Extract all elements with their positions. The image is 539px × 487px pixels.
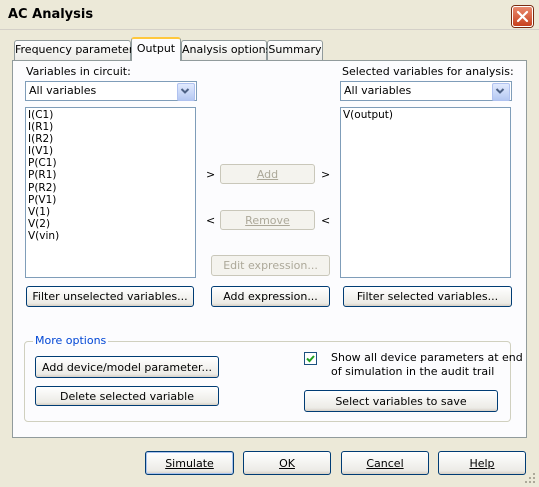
- list-item[interactable]: P(R2): [28, 182, 193, 194]
- tab-label: Frequency parameters: [15, 43, 140, 56]
- tab-label: Analysis options: [182, 43, 272, 56]
- add-arrow-left-indicator: >: [206, 168, 216, 181]
- checkmark-icon: [306, 355, 315, 363]
- variables-in-circuit-label: Variables in circuit:: [26, 65, 131, 78]
- selected-variables-list[interactable]: V(output): [340, 107, 511, 278]
- list-item[interactable]: I(R2): [28, 133, 193, 145]
- more-options-legend: More options: [33, 334, 109, 347]
- list-item[interactable]: V(output): [343, 109, 508, 121]
- left-filter-value: All variables: [29, 84, 97, 97]
- left-filter-combo[interactable]: All variables: [25, 81, 197, 101]
- filter-selected-variables-button[interactable]: Filter selected variables...: [343, 286, 512, 307]
- tab-analysis-options[interactable]: Analysis options: [181, 40, 271, 60]
- show-all-label-line1: Show all device parameters at end: [331, 351, 523, 364]
- edit-expression-button[interactable]: Edit expression...: [211, 255, 330, 276]
- list-item[interactable]: P(C1): [28, 157, 193, 169]
- add-button-label: Add: [256, 167, 279, 181]
- filter-unselected-variables-button[interactable]: Filter unselected variables...: [26, 286, 194, 307]
- show-all-device-params-label: Show all device parameters at end of sim…: [331, 351, 523, 379]
- selected-variables-label: Selected variables for analysis:: [342, 65, 514, 78]
- close-button[interactable]: [512, 6, 533, 27]
- right-filter-combo[interactable]: All variables: [340, 81, 512, 101]
- ok-label: OK: [279, 456, 295, 470]
- variables-in-circuit-list[interactable]: I(C1) I(R1) I(R2) I(V1) P(C1) P(R1) P(R2…: [25, 107, 196, 278]
- ok-button[interactable]: OK: [243, 451, 331, 475]
- list-item[interactable]: V(1): [28, 206, 193, 218]
- list-item[interactable]: I(C1): [28, 109, 193, 121]
- chevron-down-icon: [180, 88, 190, 94]
- chevron-down-icon: [495, 88, 505, 94]
- simulate-label: Simulate: [165, 456, 214, 470]
- left-filter-dropdown-button[interactable]: [177, 83, 195, 101]
- tab-frequency-parameters[interactable]: Frequency parameters: [14, 40, 139, 60]
- select-variables-to-save-button[interactable]: Select variables to save: [304, 390, 498, 412]
- remove-arrow-right-indicator: <: [321, 214, 331, 227]
- cancel-button[interactable]: Cancel: [341, 451, 429, 475]
- simulate-button[interactable]: Simulate: [145, 451, 234, 475]
- list-item[interactable]: V(vin): [28, 230, 193, 242]
- delete-selected-variable-button[interactable]: Delete selected variable: [35, 386, 219, 406]
- add-device-model-parameter-button[interactable]: Add device/model parameter...: [35, 356, 219, 378]
- list-item[interactable]: V(2): [28, 218, 193, 230]
- remove-arrow-left-indicator: <: [206, 214, 216, 227]
- add-arrow-right-indicator: >: [321, 168, 331, 181]
- right-filter-dropdown-button[interactable]: [492, 83, 510, 101]
- tab-label: Output: [136, 42, 176, 55]
- resize-grip-icon[interactable]: [524, 472, 536, 484]
- add-expression-button[interactable]: Add expression...: [211, 286, 330, 307]
- help-label: Help: [469, 456, 495, 470]
- remove-button[interactable]: Remove: [220, 210, 315, 230]
- show-all-label-line2: of simulation in the audit trail: [331, 365, 495, 378]
- tab-output[interactable]: Output: [131, 37, 181, 61]
- add-button[interactable]: Add: [220, 164, 315, 184]
- show-all-device-params-checkbox[interactable]: [304, 352, 317, 365]
- list-item[interactable]: P(R1): [28, 169, 193, 181]
- right-filter-value: All variables: [344, 84, 412, 97]
- list-item[interactable]: I(V1): [28, 145, 193, 157]
- cancel-label: Cancel: [366, 456, 404, 470]
- tab-summary[interactable]: Summary: [267, 40, 323, 60]
- list-item[interactable]: I(R1): [28, 121, 193, 133]
- help-button[interactable]: Help: [438, 451, 526, 475]
- remove-button-label: Remove: [245, 213, 290, 227]
- close-icon: [516, 10, 529, 23]
- list-item[interactable]: P(V1): [28, 194, 193, 206]
- tab-label: Summary: [268, 43, 322, 56]
- window-title: AC Analysis: [8, 7, 94, 22]
